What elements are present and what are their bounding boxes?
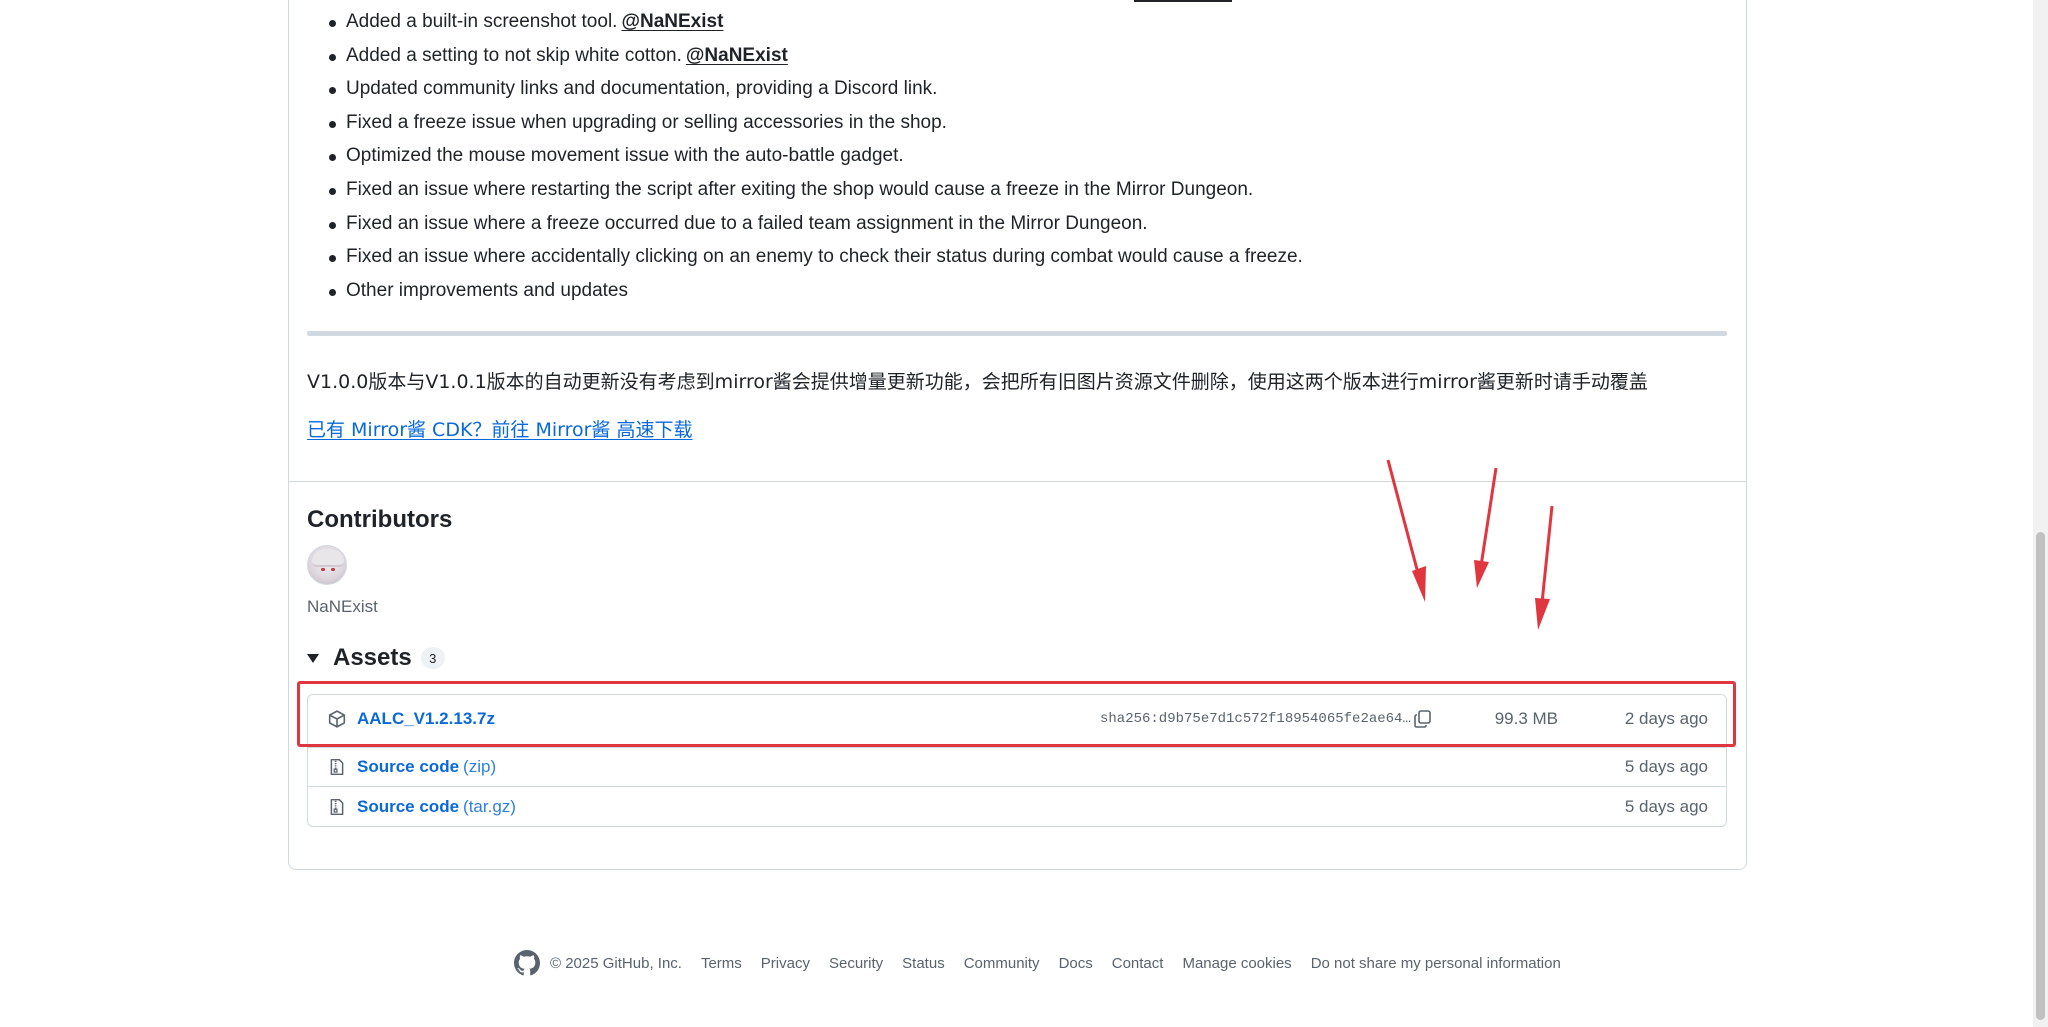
user-mention-link[interactable]: @NaNExist bbox=[686, 45, 788, 66]
scrollbar-thumb[interactable] bbox=[2036, 532, 2045, 1020]
asset-date: 2 days ago bbox=[1624, 709, 1708, 728]
footer-link-security[interactable]: Security bbox=[829, 955, 883, 972]
assets-count-badge: 3 bbox=[420, 647, 445, 669]
asset-date: 5 days ago bbox=[1624, 796, 1708, 816]
file-zip-icon bbox=[330, 798, 344, 815]
site-footer: © 2025 GitHub, Inc. Terms Privacy Securi… bbox=[514, 950, 1580, 976]
asset-row: Source code (tar.gz) 5 days ago bbox=[308, 786, 1726, 826]
list-item: Updated community links and documentatio… bbox=[307, 77, 1727, 111]
list-item: Optimized the mouse movement issue with … bbox=[307, 144, 1727, 178]
github-logo-icon[interactable] bbox=[514, 950, 540, 976]
update-warning-text: V1.0.0版本与V1.0.1版本的自动更新没有考虑到mirror酱会提供增量更… bbox=[307, 371, 1648, 393]
mirror-download-link[interactable]: 已有 Mirror酱 CDK？前往 Mirror酱 高速下载 bbox=[307, 417, 692, 443]
list-item: Fixed an issue where restarting the scri… bbox=[307, 178, 1727, 212]
assets-list: AALC_V1.2.13.7z sha256:d9b75e7d1c572f189… bbox=[307, 694, 1727, 827]
footer-link-docs[interactable]: Docs bbox=[1059, 955, 1093, 972]
footer-link-contact[interactable]: Contact bbox=[1112, 955, 1164, 972]
footer-link-privacy[interactable]: Privacy bbox=[761, 955, 810, 972]
footer-copyright: © 2025 GitHub, Inc. bbox=[550, 954, 682, 972]
assets-summary[interactable]: Assets 3 bbox=[307, 643, 445, 673]
horizontal-rule bbox=[307, 331, 1727, 336]
caret-down-icon[interactable] bbox=[307, 653, 319, 663]
file-zip-icon bbox=[330, 758, 344, 776]
list-item: Added a setting to not skip white cotton… bbox=[307, 44, 1727, 78]
page-viewport: Added a built-in screenshot tool. @NaNExi… bbox=[0, 0, 2048, 1027]
source-zip-link[interactable]: Source code (zip) bbox=[357, 757, 496, 777]
asset-date: 5 days ago bbox=[1624, 757, 1708, 776]
footer-link-do-not-share[interactable]: Do not share my personal information bbox=[1311, 955, 1561, 972]
asset-row: AALC_V1.2.13.7z sha256:d9b75e7d1c572f189… bbox=[308, 699, 1726, 739]
list-item: Added a built-in screenshot tool. @NaNExi… bbox=[307, 10, 1727, 44]
list-item: Fixed a freeze issue when upgrading or s… bbox=[307, 111, 1727, 145]
list-item: Other improvements and updates bbox=[307, 279, 1727, 313]
asset-download-link[interactable]: AALC_V1.2.13.7z bbox=[357, 709, 495, 729]
asset-sha256: sha256:d9b75e7d1c572f18954065fe2ae64… bbox=[1100, 711, 1411, 727]
user-mention-link[interactable]: @NaNExist bbox=[621, 11, 723, 32]
package-icon bbox=[328, 710, 346, 728]
avatar[interactable] bbox=[307, 545, 347, 585]
list-item: Fixed an issue where a freeze occurred d… bbox=[307, 212, 1727, 246]
assets-heading: Assets bbox=[333, 644, 412, 671]
previous-link-underline bbox=[1134, 0, 1232, 2]
contributor-name: NaNExist bbox=[307, 597, 378, 616]
list-item: Fixed an issue where accidentally clicki… bbox=[307, 245, 1727, 279]
release-notes-list: Added a built-in screenshot tool. @NaNExi… bbox=[307, 10, 1727, 312]
footer-link-community[interactable]: Community bbox=[964, 955, 1040, 972]
contributors-heading: Contributors bbox=[307, 506, 453, 533]
footer-link-status[interactable]: Status bbox=[902, 955, 945, 972]
section-divider bbox=[289, 481, 1746, 482]
asset-size: 99.3 MB bbox=[1494, 709, 1558, 728]
asset-row: Source code (zip) 5 days ago bbox=[308, 747, 1726, 786]
source-targz-link[interactable]: Source code (tar.gz) bbox=[357, 797, 516, 817]
copy-icon[interactable] bbox=[1410, 706, 1436, 732]
footer-link-manage-cookies[interactable]: Manage cookies bbox=[1182, 955, 1291, 972]
footer-link-terms[interactable]: Terms bbox=[701, 955, 742, 972]
